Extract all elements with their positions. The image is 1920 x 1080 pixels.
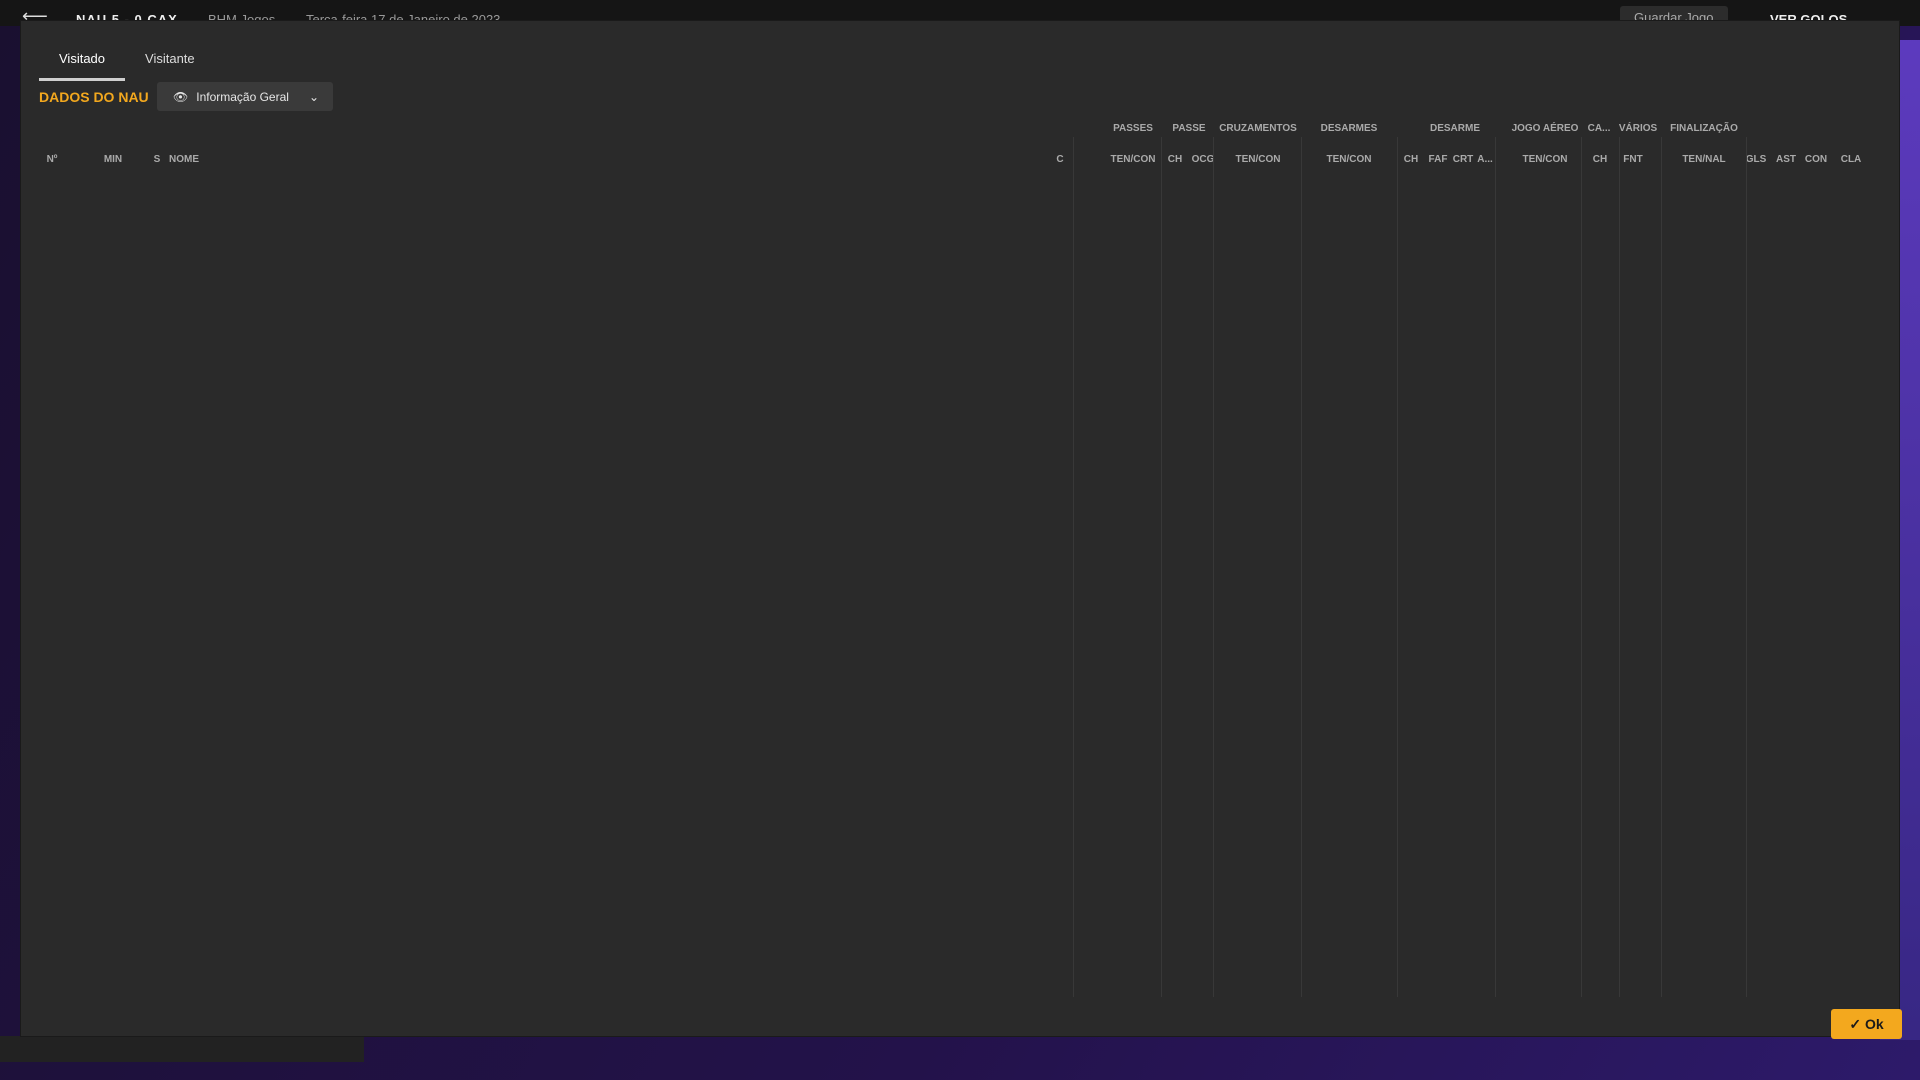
group-header-1: PASSE	[1172, 123, 1206, 134]
column-header-ast[interactable]: AST	[1771, 154, 1801, 168]
column-divider	[1581, 137, 1582, 997]
group-header-7: VÁRIOS	[1618, 123, 1658, 134]
tab-visitado[interactable]: Visitado	[39, 51, 126, 81]
column-header-c[interactable]: C	[1050, 154, 1070, 168]
left-panel-edge	[0, 1036, 364, 1062]
column-divider	[1661, 137, 1662, 997]
tab-visitante[interactable]: Visitante	[125, 51, 215, 81]
column-header-tackles[interactable]: TEN/CON	[1301, 154, 1397, 168]
column-header-ch[interactable]: CH	[1163, 154, 1187, 168]
column-divider	[1619, 137, 1620, 997]
ok-label: Ok	[1864, 1016, 1884, 1032]
eye-icon: 👁	[173, 89, 189, 104]
column-header-crt[interactable]: CRT	[1451, 154, 1475, 168]
column-header-faf[interactable]: FAF	[1425, 154, 1451, 168]
dropdown-label: Informação Geral	[196, 89, 289, 104]
team-tabs: Visitado Visitante	[39, 51, 215, 81]
column-header-con[interactable]: CON	[1801, 154, 1831, 168]
column-header-d-ch[interactable]: CH	[1399, 154, 1423, 168]
column-header-cla[interactable]: CLA	[1831, 154, 1871, 168]
check-icon: ✓	[1849, 1016, 1865, 1032]
group-header-6: CA...	[1587, 123, 1611, 134]
group-header-3: DESARMES	[1320, 123, 1378, 134]
group-header-8: FINALIZAÇÃO	[1670, 123, 1738, 134]
chevron-down-icon: ⌄	[308, 89, 319, 104]
group-header-2: CRUZAMENTOS	[1219, 123, 1297, 134]
player-stats-modal: Visitado Visitante DADOS DO NAU 👁 Inform…	[21, 21, 1902, 1039]
column-divider	[1495, 137, 1496, 997]
column-header-min[interactable]: MIN	[91, 154, 135, 168]
column-header-ca-ch[interactable]: CH	[1587, 154, 1613, 168]
column-divider	[1397, 137, 1398, 997]
group-header-5: JOGO AÉREO	[1511, 123, 1579, 134]
column-divider	[1746, 137, 1747, 997]
column-header-a[interactable]: A...	[1475, 154, 1495, 168]
column-header-crosses[interactable]: TEN/CON	[1211, 154, 1305, 168]
column-divider	[1161, 137, 1162, 997]
column-header-num[interactable]: Nº	[37, 154, 67, 168]
column-header-name[interactable]: NOME	[169, 154, 229, 168]
column-header-aerial[interactable]: TEN/CON	[1495, 154, 1595, 168]
column-divider	[1073, 137, 1074, 997]
column-divider	[1213, 137, 1214, 997]
ok-button[interactable]: ✓ Ok	[1831, 1009, 1902, 1039]
view-dropdown[interactable]: 👁 Informação Geral ⌄	[157, 82, 333, 111]
column-header-s[interactable]: S	[143, 154, 171, 168]
column-divider	[1301, 137, 1302, 997]
section-title: DADOS DO NAU	[39, 89, 149, 105]
column-header-shots[interactable]: TEN/NAL	[1659, 154, 1749, 168]
